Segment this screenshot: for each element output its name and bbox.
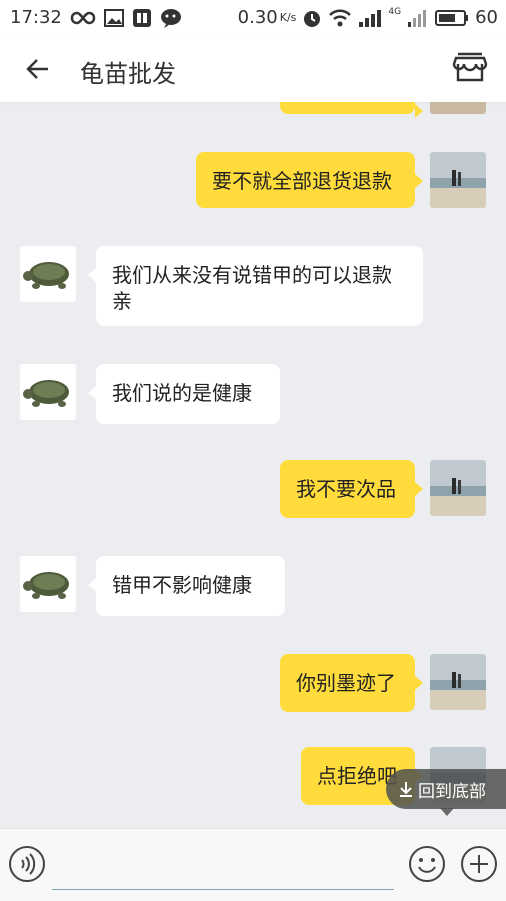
turtle-icon [23,380,69,407]
scroll-to-bottom-label: 回到底部 [418,781,486,802]
voice-icon [9,846,45,882]
message-bubble[interactable]: 你别墨迹了 [280,654,423,712]
plus-icon [461,846,497,882]
chat-area[interactable]: 要不就全部退货退款 我们从来没有说错甲的可以退款亲 我们说的是健康 我不要次品 … [0,102,506,828]
back-arrow-icon [26,59,48,79]
user-avatar[interactable] [430,152,486,208]
store-icon [452,52,488,82]
seller-avatar[interactable] [20,556,76,612]
emoji-icon [409,846,445,882]
status-bar: 17:32 0.30 K/s 4G 60 [0,0,506,36]
turtle-icon [23,262,69,289]
scroll-to-bottom-button[interactable]: 回到底部 [386,769,506,809]
message-bubble-partial [280,102,423,118]
seller-avatar[interactable] [20,246,76,302]
battery-icon [435,9,469,27]
signal-icon [358,9,382,27]
battery-level: 60 [475,7,498,28]
alarm-icon [302,8,322,28]
user-avatar[interactable] [430,102,486,114]
message-bubble[interactable]: 错甲不影响健康 [88,556,285,616]
message-bubble[interactable]: 我不要次品 [280,460,423,518]
input-bar [0,828,506,901]
infinity-icon [70,10,96,26]
message-bubble[interactable]: 我们从来没有说错甲的可以退款亲 [88,246,423,326]
voice-button[interactable] [8,845,46,883]
seller-avatar[interactable] [20,364,76,420]
status-time: 17:32 [10,7,62,28]
turtle-icon [23,572,69,599]
message-bubble[interactable]: 我们说的是健康 [88,364,280,424]
message-input[interactable] [52,843,394,890]
wifi-icon [328,9,352,27]
network-type: 4G [388,6,402,17]
back-button[interactable] [22,52,56,86]
message-bubble[interactable]: 要不就全部退货退款 [196,152,423,208]
user-avatar[interactable] [430,654,486,710]
gallery-icon [103,8,124,27]
emoji-button[interactable] [408,845,446,883]
page-title: 龟苗批发 [80,60,176,88]
download-arrow-icon [400,782,412,797]
scroll-to-bottom-pointer [440,808,454,816]
user-avatar[interactable] [430,460,486,516]
store-button[interactable] [452,50,488,86]
chat-header: 龟苗批发 [0,36,506,102]
wechat-icon [160,8,182,28]
more-button[interactable] [460,845,498,883]
network-speed: 0.30 [237,7,278,28]
signal-weak-icon [407,9,429,27]
tieba-icon [132,8,152,28]
network-speed-unit: K/s [279,11,297,24]
